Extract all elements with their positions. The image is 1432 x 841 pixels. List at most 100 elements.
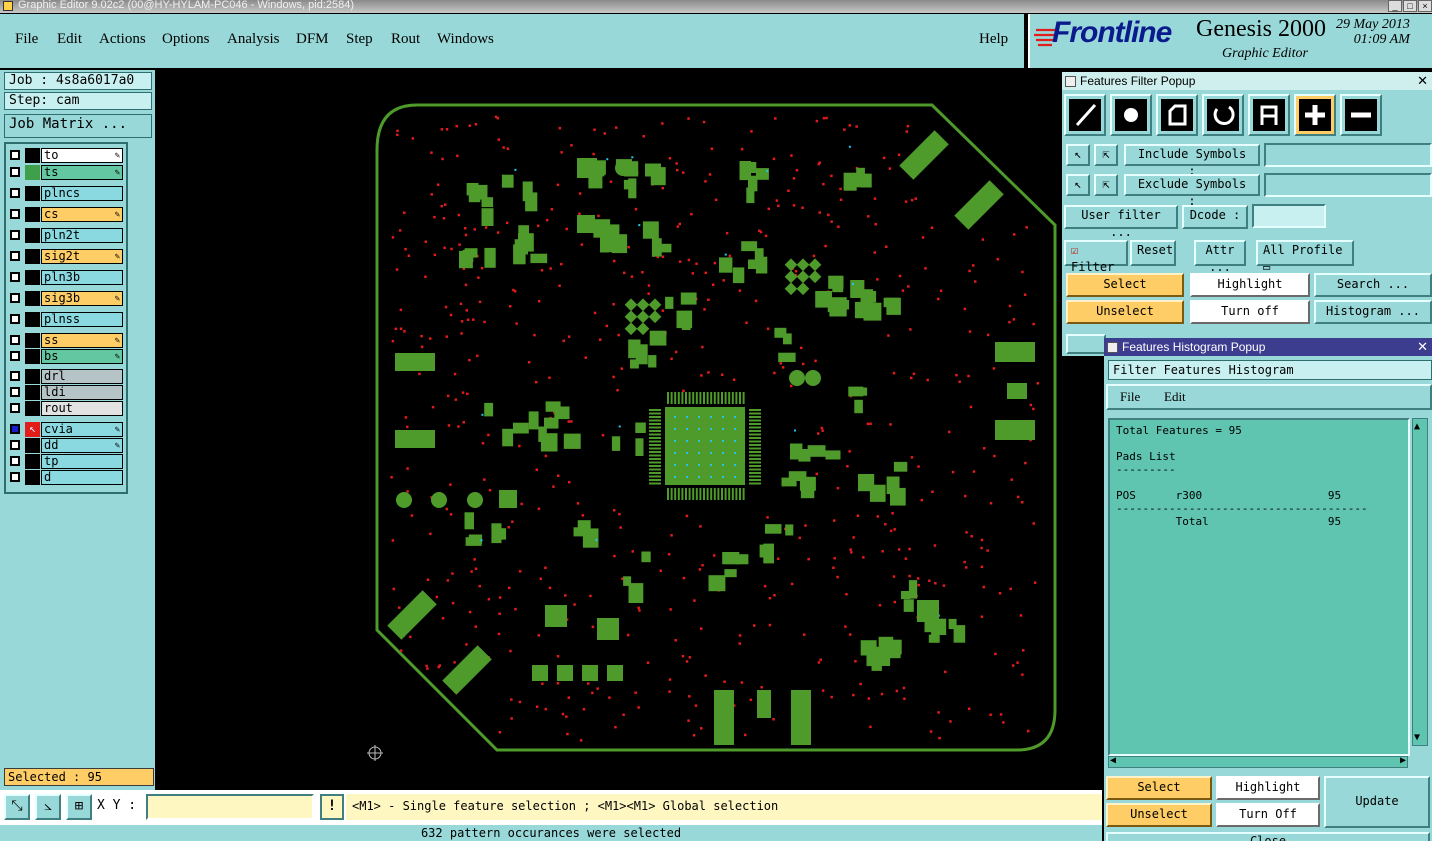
layer-checkbox[interactable] bbox=[10, 472, 20, 482]
include-list-button[interactable]: ⇱ bbox=[1094, 144, 1118, 166]
layer-name[interactable]: plnss bbox=[41, 312, 123, 327]
layer-checkbox[interactable] bbox=[10, 314, 20, 324]
layer-checkbox[interactable] bbox=[10, 293, 20, 303]
graphic-canvas[interactable] bbox=[157, 70, 1102, 790]
grid-icon[interactable]: ⊞ bbox=[66, 794, 92, 820]
vertical-scrollbar[interactable]: ▲ ▼ bbox=[1412, 418, 1428, 746]
layer-name[interactable]: cvia ✎ bbox=[41, 422, 123, 437]
layer-name[interactable]: ldi bbox=[41, 385, 123, 400]
layer-name[interactable]: pln3b bbox=[41, 270, 123, 285]
menu-actions[interactable]: Actions bbox=[99, 31, 146, 48]
scroll-up-icon[interactable]: ▲ bbox=[1414, 421, 1420, 432]
job-matrix-button[interactable]: Job Matrix ... bbox=[4, 114, 152, 138]
layer-name[interactable]: ss ✎ bbox=[41, 333, 123, 348]
line-shape-button[interactable] bbox=[1064, 94, 1106, 136]
layer-row-plnss[interactable]: plnss bbox=[7, 312, 123, 327]
layer-color-swatch[interactable] bbox=[25, 401, 40, 416]
layer-color-swatch[interactable] bbox=[25, 270, 40, 285]
maximize-button[interactable]: □ bbox=[1403, 0, 1417, 12]
layer-checkbox[interactable] bbox=[10, 188, 20, 198]
layer-name[interactable]: bs ✎ bbox=[41, 349, 123, 364]
layer-color-swatch[interactable] bbox=[25, 165, 40, 180]
user-filter-button[interactable]: User filter ... bbox=[1064, 205, 1178, 239]
layer-row-sig2t[interactable]: sig2t ✎ bbox=[7, 249, 123, 264]
layer-name[interactable]: cs ✎ bbox=[41, 207, 123, 222]
layer-row-rout[interactable]: rout bbox=[7, 401, 123, 416]
layer-name[interactable]: to ✎ bbox=[41, 148, 123, 163]
layer-color-swatch[interactable] bbox=[25, 291, 40, 306]
pad-shape-button[interactable] bbox=[1110, 94, 1152, 136]
surface-shape-button[interactable] bbox=[1156, 94, 1198, 136]
layer-color-swatch[interactable] bbox=[25, 438, 40, 453]
layer-row-ts[interactable]: ts ✎ bbox=[7, 165, 123, 180]
layer-checkbox[interactable] bbox=[10, 335, 20, 345]
exclude-list-button[interactable]: ⇱ bbox=[1094, 174, 1118, 196]
layer-row-dd[interactable]: dd ✎ bbox=[7, 438, 123, 453]
layer-row-pln2t[interactable]: pln2t bbox=[7, 228, 123, 243]
histogram-menu-file[interactable]: File bbox=[1120, 389, 1140, 405]
layer-name[interactable]: dd ✎ bbox=[41, 438, 123, 453]
menu-options[interactable]: Options bbox=[162, 31, 210, 48]
menu-rout[interactable]: Rout bbox=[391, 31, 420, 48]
search-button[interactable]: Search ... bbox=[1314, 273, 1432, 297]
include-symbols-input[interactable] bbox=[1264, 143, 1432, 167]
histogram-highlight-button[interactable]: Highlight bbox=[1216, 776, 1320, 800]
menu-file[interactable]: File bbox=[15, 31, 38, 48]
layer-color-swatch[interactable] bbox=[25, 470, 40, 485]
include-pick-button[interactable]: ↖ bbox=[1066, 144, 1090, 166]
reset-button[interactable]: Reset bbox=[1130, 240, 1176, 266]
turn-off-button[interactable]: Turn off bbox=[1190, 300, 1310, 324]
dcode-input[interactable] bbox=[1252, 204, 1326, 228]
scroll-down-icon[interactable]: ▼ bbox=[1414, 732, 1420, 743]
unselect-button[interactable]: Unselect bbox=[1066, 300, 1184, 324]
layer-row-ss[interactable]: ss ✎ bbox=[7, 333, 123, 348]
layer-name[interactable]: tp bbox=[41, 454, 123, 469]
layer-color-swatch[interactable]: ↖ bbox=[25, 422, 40, 437]
scroll-right-icon[interactable]: ▶ bbox=[1400, 755, 1406, 766]
layer-checkbox[interactable] bbox=[10, 440, 20, 450]
histogram-unselect-button[interactable]: Unselect bbox=[1106, 803, 1212, 827]
minimize-button[interactable]: _ bbox=[1388, 0, 1402, 12]
layer-row-cs[interactable]: cs ✎ bbox=[7, 207, 123, 222]
profile-select[interactable]: All Profile ▭ bbox=[1256, 240, 1354, 274]
layer-checkbox[interactable] bbox=[10, 209, 20, 219]
layer-row-pln3b[interactable]: pln3b bbox=[7, 270, 123, 285]
layer-color-swatch[interactable] bbox=[25, 249, 40, 264]
layer-color-swatch[interactable] bbox=[25, 148, 40, 163]
menu-dfm[interactable]: DFM bbox=[296, 31, 329, 48]
layer-color-swatch[interactable] bbox=[25, 186, 40, 201]
layer-color-swatch[interactable] bbox=[25, 454, 40, 469]
layer-row-ldi[interactable]: ldi bbox=[7, 385, 123, 400]
layer-checkbox[interactable] bbox=[10, 403, 20, 413]
close-icon[interactable]: ✕ bbox=[1417, 72, 1428, 90]
menu-help[interactable]: Help bbox=[979, 31, 1008, 48]
remove-button[interactable] bbox=[1340, 94, 1382, 136]
histogram-menu-edit[interactable]: Edit bbox=[1164, 389, 1186, 405]
add-button[interactable] bbox=[1294, 94, 1336, 136]
layer-name[interactable]: pln2t bbox=[41, 228, 123, 243]
layer-name[interactable]: rout bbox=[41, 401, 123, 416]
layer-color-swatch[interactable] bbox=[25, 207, 40, 222]
layer-checkbox[interactable] bbox=[10, 230, 20, 240]
update-button[interactable]: Update bbox=[1324, 776, 1430, 828]
hidden-button[interactable] bbox=[1066, 334, 1106, 354]
layer-row-plncs[interactable]: plncs bbox=[7, 186, 123, 201]
menu-edit[interactable]: Edit bbox=[57, 31, 82, 48]
histogram-turn-off-button[interactable]: Turn Off bbox=[1216, 803, 1320, 827]
layer-checkbox[interactable] bbox=[10, 456, 20, 466]
layer-row-bs[interactable]: bs ✎ bbox=[7, 349, 123, 364]
layer-color-swatch[interactable] bbox=[25, 349, 40, 364]
measure-icon[interactable]: ⦣ bbox=[35, 794, 61, 820]
layer-name[interactable]: ts ✎ bbox=[41, 165, 123, 180]
exclude-pick-button[interactable]: ↖ bbox=[1066, 174, 1090, 196]
xy-input[interactable] bbox=[146, 794, 314, 820]
layer-checkbox[interactable] bbox=[10, 150, 20, 160]
layer-checkbox[interactable] bbox=[10, 371, 20, 381]
menu-windows[interactable]: Windows bbox=[437, 31, 494, 48]
layer-row-cvia[interactable]: ↖ cvia ✎ bbox=[7, 422, 123, 437]
histogram-select-button[interactable]: Select bbox=[1106, 776, 1212, 800]
scroll-left-icon[interactable]: ◀ bbox=[1110, 755, 1116, 766]
layer-name[interactable]: d bbox=[41, 470, 123, 485]
layer-checkbox[interactable] bbox=[10, 351, 20, 361]
highlight-button[interactable]: Highlight bbox=[1190, 273, 1310, 297]
